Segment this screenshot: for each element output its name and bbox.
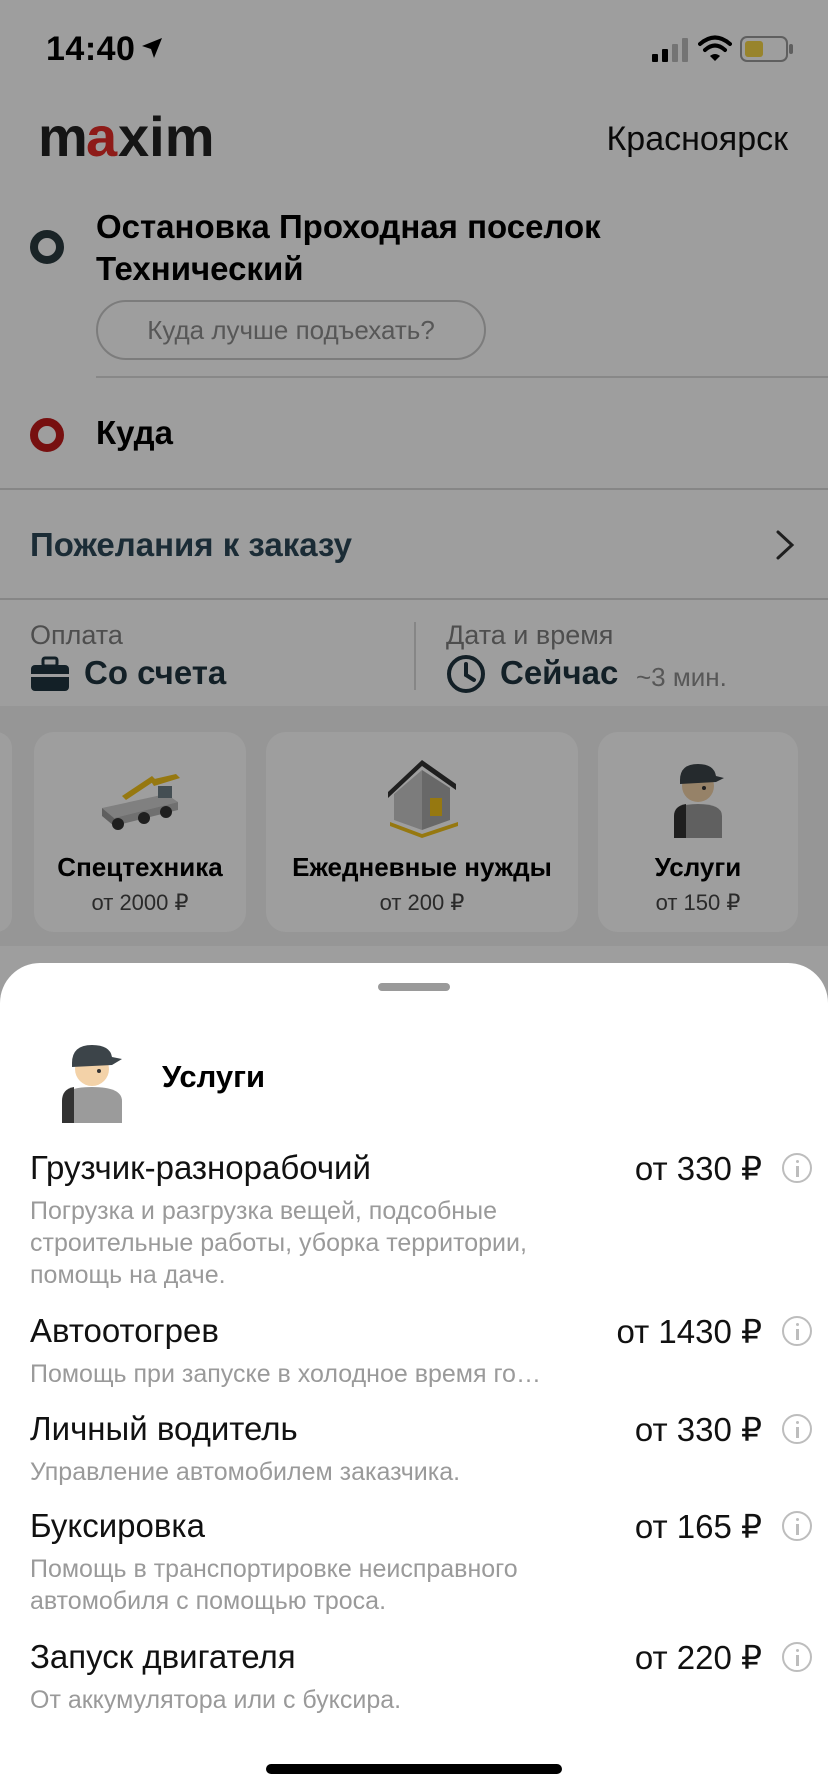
info-icon[interactable] [782,1414,812,1444]
app-screen: 14:40 m a xim Красноярск Остановка Прохо… [0,0,828,1792]
services-bottom-sheet: Услуги Грузчик-разнорабочий от 330 ₽ Пог… [0,963,828,1792]
service-price: от 1430 ₽ [616,1313,763,1350]
service-price: от 165 ₽ [634,1508,762,1545]
service-price: от 330 ₽ [634,1150,762,1187]
service-name: Личный водитель [30,1410,298,1447]
service-name: Запуск двигателя [30,1638,296,1675]
service-description: Управление автомобилем заказчика. [30,1458,461,1486]
info-icon[interactable] [782,1153,812,1183]
worker-icon [62,1045,122,1123]
service-description: Помощь в транспортировке неисправного ав… [30,1555,518,1615]
service-name: Буксировка [30,1507,205,1544]
service-description: Погрузка и разгрузка вещей, подсобные ст… [30,1197,527,1289]
home-indicator[interactable] [266,1764,562,1774]
info-icon[interactable] [782,1642,812,1672]
service-description: Помощь при запуске в холодное время го… [30,1360,541,1388]
service-description: От аккумулятора или с буксира. [30,1686,402,1714]
service-price: от 330 ₽ [634,1411,762,1448]
sheet-title: Услуги [162,1059,266,1094]
service-name: Автоотогрев [30,1312,219,1349]
service-price: от 220 ₽ [634,1639,762,1676]
info-icon[interactable] [782,1511,812,1541]
info-icon[interactable] [782,1316,812,1346]
service-name: Грузчик-разнорабочий [30,1149,371,1186]
sheet-grabber[interactable] [378,983,450,991]
